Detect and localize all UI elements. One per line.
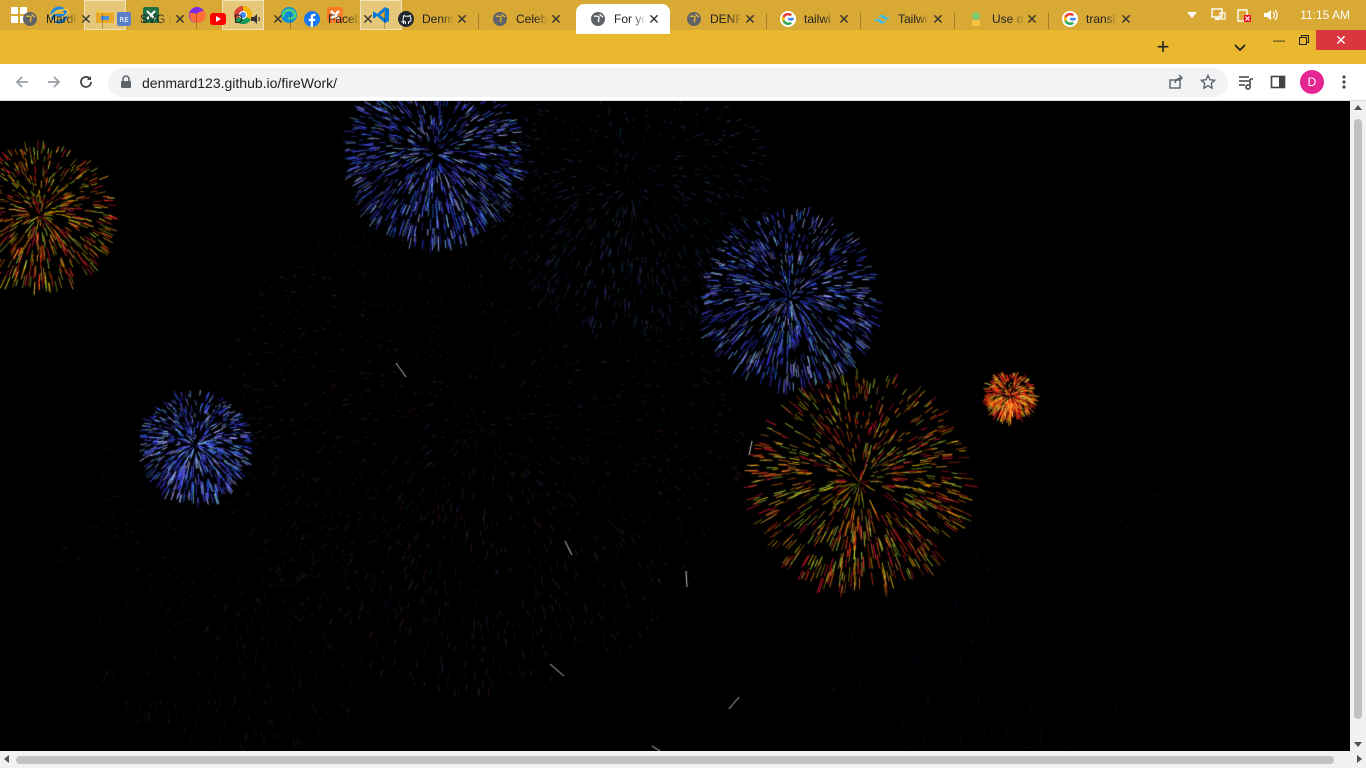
- tab-facebook[interactable]: Faceb ✕: [290, 4, 384, 34]
- url-text[interactable]: denmard123.github.io/fireWork/: [142, 75, 337, 91]
- tab-title: SVG F: [140, 12, 172, 26]
- tab-title: Tailwi: [898, 12, 928, 26]
- close-icon[interactable]: ✕: [78, 11, 94, 27]
- window-close-button[interactable]: ✕: [1316, 30, 1366, 50]
- close-icon[interactable]: ✕: [454, 11, 470, 27]
- globe-icon: [686, 11, 702, 27]
- close-icon[interactable]: ✕: [836, 11, 852, 27]
- google-icon: [780, 11, 796, 27]
- vertical-scrollbar[interactable]: [1350, 101, 1366, 751]
- back-button[interactable]: [10, 70, 34, 94]
- tab-tailwind[interactable]: Tailwi ✕: [860, 4, 954, 34]
- lock-icon[interactable]: [120, 75, 134, 89]
- tab-title: tailwi: [804, 12, 831, 26]
- minimize-button[interactable]: —: [1266, 30, 1292, 50]
- tab-active-fireworks[interactable]: For yo ✕: [576, 4, 670, 34]
- battery-warning-icon[interactable]: [1236, 7, 1252, 23]
- tab-denf[interactable]: DENF ✕: [672, 4, 766, 34]
- new-tab-button[interactable]: +: [1150, 34, 1176, 60]
- fireworks-canvas[interactable]: [0, 101, 1350, 751]
- tab-title: transl: [1086, 12, 1116, 26]
- scroll-left-icon[interactable]: [4, 755, 9, 763]
- horizontal-scrollbar[interactable]: [0, 751, 1366, 768]
- tab-use-d[interactable]: Use d ✕: [954, 4, 1048, 34]
- vertical-scroll-thumb[interactable]: [1354, 119, 1362, 719]
- tab-google-translate[interactable]: transl ✕: [1048, 4, 1142, 34]
- tab-title: For yo: [614, 12, 646, 26]
- ext-icon: [968, 11, 984, 27]
- github-icon: [398, 11, 414, 27]
- network-icon[interactable]: [1210, 7, 1226, 23]
- taskbar-clock[interactable]: 11:15 AM: [1300, 8, 1350, 22]
- volume-icon[interactable]: [1262, 7, 1278, 23]
- close-icon[interactable]: ✕: [548, 11, 564, 27]
- tab-search-icon[interactable]: [1230, 38, 1250, 58]
- close-icon[interactable]: ✕: [646, 11, 662, 27]
- close-icon[interactable]: ✕: [742, 11, 758, 27]
- forward-button[interactable]: [42, 70, 66, 94]
- system-tray: 11:15 AM: [1184, 0, 1366, 30]
- close-icon[interactable]: ✕: [270, 11, 286, 27]
- close-icon[interactable]: ✕: [360, 11, 376, 27]
- horizontal-scroll-thumb[interactable]: [16, 756, 1334, 764]
- globe-icon: [590, 11, 606, 27]
- restore-button[interactable]: [1291, 30, 1317, 50]
- side-panel-icon[interactable]: [1266, 70, 1290, 94]
- tab-github[interactable]: Denm ✕: [384, 4, 478, 34]
- chevron-up-icon[interactable]: [1184, 7, 1200, 23]
- tab-title: D: [234, 12, 243, 26]
- scroll-up-icon[interactable]: [1354, 105, 1362, 110]
- reload-button[interactable]: [74, 70, 98, 94]
- facebook-icon: [304, 11, 320, 27]
- close-icon[interactable]: ✕: [1118, 11, 1134, 27]
- kebab-menu-icon[interactable]: [1332, 70, 1356, 94]
- address-bar[interactable]: denmard123.github.io/fireWork/: [108, 68, 1228, 97]
- close-icon[interactable]: ✕: [172, 11, 188, 27]
- speaker-icon[interactable]: [248, 11, 264, 27]
- tab-title: Celeb: [516, 12, 548, 26]
- repo-icon: RE: [116, 11, 132, 27]
- bookmark-star-icon[interactable]: [1196, 70, 1220, 94]
- globe-icon: [492, 11, 508, 27]
- tab-google-tailwind[interactable]: tailwi ✕: [766, 4, 860, 34]
- tab-mardi[interactable]: Mardi ✕: [8, 4, 102, 34]
- tailwind-icon: [874, 11, 890, 27]
- fireworks-page[interactable]: [0, 101, 1350, 751]
- screen: 11:15 AM Mardi ✕ RE SVG F ✕ D ✕ Faceb ✕ …: [0, 0, 1366, 768]
- tab-title: DENF: [710, 12, 742, 26]
- close-icon[interactable]: ✕: [1024, 11, 1040, 27]
- media-control-icon[interactable]: [1234, 70, 1258, 94]
- browser-toolbar: denmard123.github.io/fireWork/: [0, 64, 1366, 101]
- close-icon[interactable]: ✕: [930, 11, 946, 27]
- tab-celeb[interactable]: Celeb ✕: [478, 4, 572, 34]
- scroll-down-icon[interactable]: [1354, 742, 1362, 747]
- profile-avatar[interactable]: D: [1300, 70, 1324, 94]
- youtube-icon: [210, 11, 226, 27]
- svg-text:RE: RE: [119, 16, 128, 24]
- tab-youtube[interactable]: D ✕: [196, 4, 290, 34]
- scroll-right-icon[interactable]: [1357, 755, 1362, 763]
- tab-svg[interactable]: RE SVG F ✕: [102, 4, 196, 34]
- tab-title: Denm: [422, 12, 454, 26]
- globe-icon: [22, 11, 38, 27]
- tab-title: Use d: [992, 12, 1024, 26]
- share-icon[interactable]: [1164, 70, 1188, 94]
- google-icon: [1062, 11, 1078, 27]
- tab-title: Mardi: [46, 12, 77, 26]
- tab-title: Faceb: [328, 12, 360, 26]
